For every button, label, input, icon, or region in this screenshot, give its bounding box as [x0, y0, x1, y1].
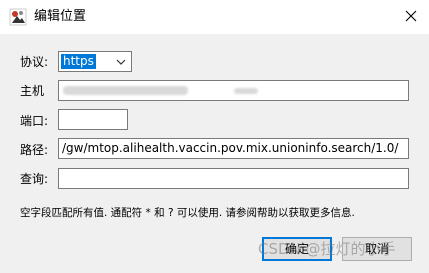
window-title: 编辑位置	[34, 9, 87, 24]
watermark: CSDN @拉灯的小手	[258, 240, 396, 258]
path-label: 路径:	[20, 143, 49, 157]
protocol-label: 协议:	[20, 55, 49, 69]
app-icon	[9, 8, 27, 26]
close-button[interactable]	[399, 4, 423, 28]
chevron-down-icon	[116, 59, 126, 65]
redacted-blur-2	[234, 88, 258, 94]
help-hint-text: 空字段匹配所有值. 通配符 * 和 ? 可以使用. 请参阅帮助以获取更多信息.	[20, 207, 355, 219]
path-input[interactable]: /gw/mtop.alihealth.vaccin.pov.mix.unioni…	[58, 138, 409, 159]
close-icon	[405, 10, 417, 22]
host-label: 主机	[20, 84, 45, 98]
protocol-selected-value: https	[61, 54, 96, 69]
query-label: 查询:	[20, 172, 49, 186]
redacted-blur	[63, 86, 188, 95]
host-input[interactable]	[58, 80, 409, 101]
port-input[interactable]	[58, 109, 128, 130]
query-input[interactable]	[58, 168, 409, 189]
port-label: 端口:	[20, 114, 49, 128]
protocol-select[interactable]: https	[58, 51, 132, 72]
title-bar: 编辑位置	[0, 0, 429, 34]
